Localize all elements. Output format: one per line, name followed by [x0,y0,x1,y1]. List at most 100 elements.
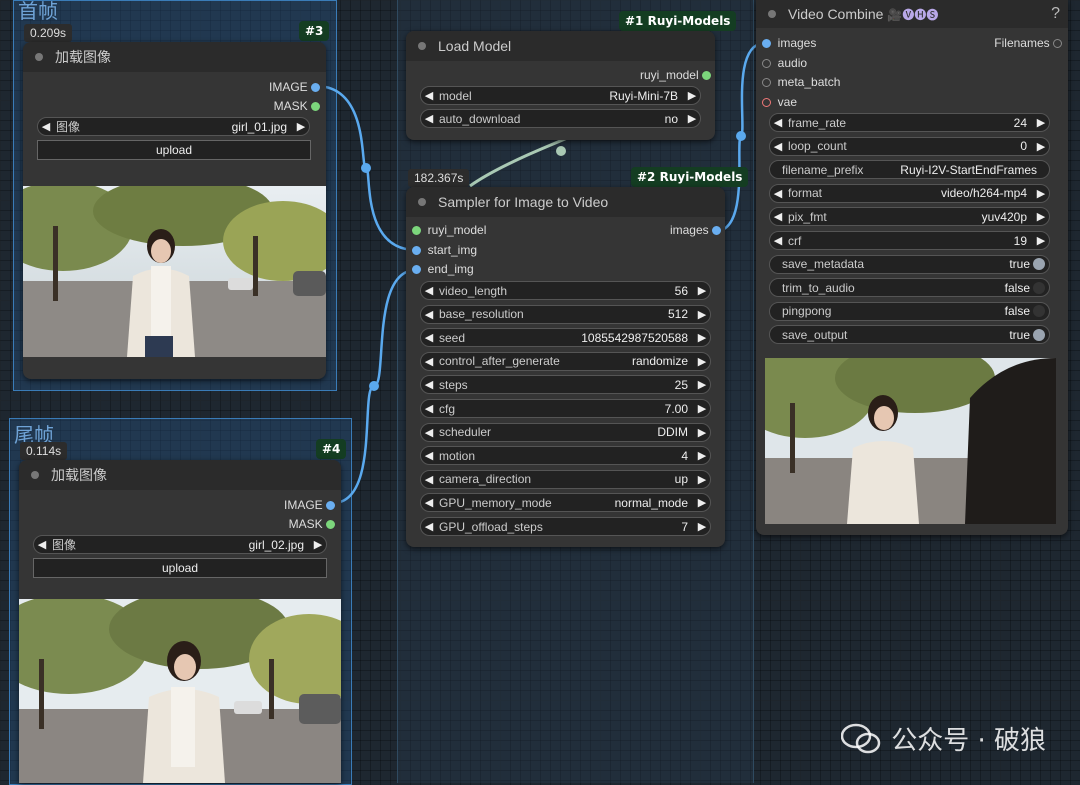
input-end-img[interactable]: end_img [412,260,474,278]
arrow-left-icon[interactable]: ◀ [770,234,786,247]
widget-pix-fmt[interactable]: ◀ pix_fmt yuv420p ▶ [769,207,1050,227]
output-filenames[interactable]: Filenames [994,34,1062,52]
help-icon[interactable]: ? [1051,5,1060,23]
arrow-left-icon[interactable]: ◀ [421,112,437,125]
widget-save-output[interactable]: save_output true [769,325,1050,345]
collapse-dot-icon[interactable] [768,10,776,18]
output-port-icon[interactable] [311,101,320,111]
widget-trim-to-audio[interactable]: trim_to_audio false [769,278,1050,298]
widget-steps[interactable]: ◀ steps 25 ▶ [420,375,711,395]
output-ruyi-model[interactable]: ruyi_model [640,66,711,84]
input-port-icon[interactable] [412,245,421,255]
output-mask[interactable]: MASK [289,515,335,533]
widget-crf[interactable]: ◀ crf 19 ▶ [769,231,1050,250]
arrow-left-icon[interactable]: ◀ [421,331,437,344]
arrow-left-icon[interactable]: ◀ [421,520,437,533]
load-image-node-1[interactable]: 加载图像 IMAGE MASK ◀ 图像 girl_01.jpg ▶ uploa… [23,42,326,379]
arrow-right-icon[interactable]: ▶ [694,473,710,486]
widget-motion[interactable]: ◀ motion 4 ▶ [420,446,711,466]
arrow-right-icon[interactable]: ▶ [694,426,710,439]
video-combine-node[interactable]: Video Combine 🎥🅥🅗🅢 ? images audio meta_b… [756,0,1068,535]
arrow-left-icon[interactable]: ◀ [421,378,437,391]
widget-GPU-offload-steps[interactable]: ◀ GPU_offload_steps 7 ▶ [420,517,711,536]
input-port-icon[interactable] [762,58,771,68]
output-mask[interactable]: MASK [274,97,320,115]
auto-download-combo[interactable]: ◀ auto_download no ▶ [420,109,701,128]
widget-loop-count[interactable]: ◀ loop_count 0 ▶ [769,136,1050,156]
input-audio[interactable]: audio [762,54,807,72]
widget-scheduler[interactable]: ◀ scheduler DDIM ▶ [420,422,711,442]
arrow-right-icon[interactable]: ▶ [694,308,710,321]
toggle-knob-icon[interactable] [1033,305,1045,318]
arrow-right-icon[interactable]: ▶ [694,496,710,509]
arrow-left-icon[interactable]: ◀ [421,89,437,102]
load-model-node[interactable]: Load Model ruyi_model ◀ model Ruyi-Mini-… [406,31,715,140]
toggle-knob-icon[interactable] [1033,281,1045,294]
widget-camera-direction[interactable]: ◀ camera_direction up ▶ [420,469,711,489]
widget-control-after-generate[interactable]: ◀ control_after_generate randomize ▶ [420,351,711,371]
input-port-icon[interactable] [412,264,421,274]
widget-pingpong[interactable]: pingpong false [769,301,1050,321]
output-port-icon[interactable] [326,500,335,510]
arrow-right-icon[interactable]: ▶ [1033,116,1049,129]
arrow-right-icon[interactable]: ▶ [1033,140,1049,153]
input-port-icon[interactable] [762,97,771,107]
output-images[interactable]: images [670,221,721,239]
arrow-left-icon[interactable]: ◀ [770,187,786,200]
arrow-right-icon[interactable]: ▶ [694,284,710,297]
widget-seed[interactable]: ◀ seed 1085542987520588 ▶ [420,328,711,348]
arrow-right-icon[interactable]: ▶ [684,89,700,102]
load-image-node-2[interactable]: 加载图像 IMAGE MASK ◀ 图像 girl_02.jpg ▶ uploa… [19,460,341,783]
widget-save-metadata[interactable]: save_metadata true [769,254,1050,274]
arrow-right-icon[interactable]: ▶ [694,402,710,415]
arrow-right-icon[interactable]: ▶ [694,355,710,368]
output-port-icon[interactable] [311,82,320,92]
arrow-right-icon[interactable]: ▶ [694,331,710,344]
input-start-img[interactable]: start_img [412,241,477,259]
image-combo[interactable]: ◀ 图像 girl_01.jpg ▶ [37,117,310,136]
arrow-right-icon[interactable]: ▶ [1033,210,1049,223]
output-port-icon[interactable] [326,519,335,529]
arrow-right-icon[interactable]: ▶ [1033,234,1049,247]
upload-button[interactable]: upload [33,558,327,578]
arrow-left-icon[interactable]: ◀ [421,308,437,321]
input-ruyi-model[interactable]: ruyi_model [412,221,486,239]
output-image[interactable]: IMAGE [269,78,320,96]
widget-filename-prefix[interactable]: filename_prefix Ruyi-I2V-StartEndFrames [769,160,1050,180]
collapse-dot-icon[interactable] [31,471,39,479]
arrow-left-icon[interactable]: ◀ [770,116,786,129]
widget-cfg[interactable]: ◀ cfg 7.00 ▶ [420,399,711,418]
input-port-icon[interactable] [762,38,771,48]
arrow-left-icon[interactable]: ◀ [421,284,437,297]
toggle-knob-icon[interactable] [1033,258,1045,271]
upload-button[interactable]: upload [37,140,311,160]
arrow-right-icon[interactable]: ▶ [694,378,710,391]
output-port-icon[interactable] [712,225,721,235]
widget-video-length[interactable]: ◀ video_length 56 ▶ [420,281,711,300]
arrow-left-icon[interactable]: ◀ [34,538,50,551]
arrow-left-icon[interactable]: ◀ [770,210,786,223]
image-combo[interactable]: ◀ 图像 girl_02.jpg ▶ [33,535,327,554]
input-meta-batch[interactable]: meta_batch [762,73,840,91]
input-vae[interactable]: vae [762,93,797,111]
arrow-left-icon[interactable]: ◀ [770,140,786,153]
input-port-icon[interactable] [762,77,771,87]
input-port-icon[interactable] [412,225,421,235]
arrow-right-icon[interactable]: ▶ [694,520,710,533]
output-port-icon[interactable] [702,70,711,80]
arrow-left-icon[interactable]: ◀ [421,426,437,439]
model-combo[interactable]: ◀ model Ruyi-Mini-7B ▶ [420,86,701,105]
arrow-left-icon[interactable]: ◀ [421,402,437,415]
toggle-knob-icon[interactable] [1033,328,1045,341]
widget-GPU-memory-mode[interactable]: ◀ GPU_memory_mode normal_mode ▶ [420,493,711,513]
output-port-icon[interactable] [1053,38,1062,48]
collapse-dot-icon[interactable] [418,198,426,206]
arrow-right-icon[interactable]: ▶ [310,538,326,551]
widget-frame-rate[interactable]: ◀ frame_rate 24 ▶ [769,113,1050,132]
sampler-node[interactable]: Sampler for Image to Video ruyi_model st… [406,187,725,547]
collapse-dot-icon[interactable] [35,53,43,61]
arrow-right-icon[interactable]: ▶ [1033,187,1049,200]
input-images[interactable]: images [762,34,816,52]
arrow-right-icon[interactable]: ▶ [684,112,700,125]
arrow-left-icon[interactable]: ◀ [421,355,437,368]
